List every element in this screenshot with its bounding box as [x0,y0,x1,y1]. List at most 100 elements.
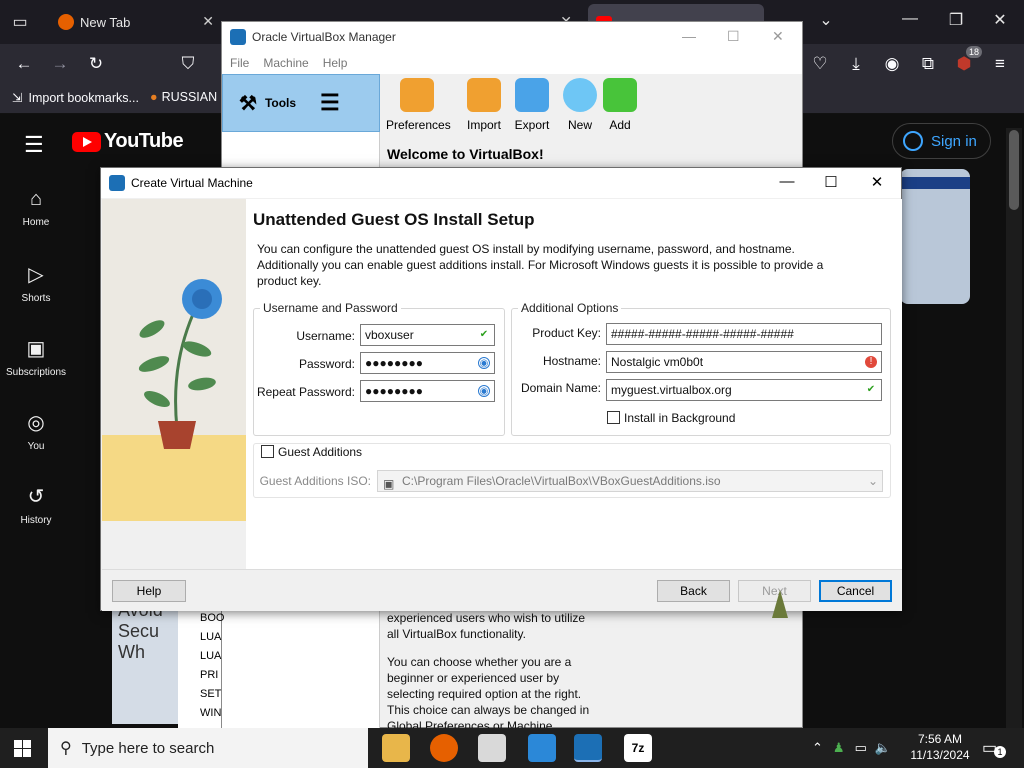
nav-subscriptions[interactable]: ▣ Subscriptions [0,336,72,378]
close-icon[interactable]: ✕ [867,173,887,191]
minimize-icon[interactable]: — [898,10,922,28]
cancel-button[interactable]: Cancel [819,580,892,602]
windows-start-icon[interactable] [14,740,31,757]
forward-icon[interactable]: → [48,52,72,76]
7zip-icon[interactable]: 7z [624,734,652,762]
menu-file[interactable]: File [230,56,249,70]
firefox-icon[interactable] [430,734,458,762]
product-key-field[interactable]: #####-#####-#####-#####-##### [606,323,882,345]
youtube-logo[interactable]: YouTube [72,130,184,153]
sign-in-button[interactable]: Sign in [892,123,991,159]
minimize-icon[interactable]: — [777,173,797,190]
volume-icon[interactable]: 🔈 [875,740,891,756]
username-label: Username: [296,329,355,343]
scrollbar-thumb[interactable] [1009,130,1019,210]
close-tab-icon[interactable]: ✕ [202,13,214,30]
menu-icon[interactable]: ≡ [988,52,1012,76]
stack-icon[interactable] [478,734,506,762]
file-explorer-icon[interactable] [382,734,410,762]
video-thumbnail-card[interactable]: Avoid Secu Wh [112,594,182,724]
toolbar-label: New [567,118,592,132]
bookmark-russian[interactable]: ● RUSSIAN [150,90,217,104]
welcome-text-1: experienced users who wish to utilize al… [387,611,586,641]
minimize-icon[interactable]: — [682,28,696,44]
page-scrollbar[interactable] [1006,128,1022,728]
network-icon[interactable]: ▭ [855,740,867,756]
shield-icon[interactable]: ⛉ [176,52,200,76]
guest-additions-checkbox[interactable] [261,445,274,458]
chevron-up-icon[interactable]: ⌃ [812,740,823,756]
nav-history[interactable]: ↺ History [0,484,72,526]
virtualbox-taskbar-icon[interactable] [574,734,602,762]
domain-name-field[interactable]: myguest.virtualbox.org ✔ [606,379,882,401]
youtube-logo-text: YouTube [104,130,184,152]
store-icon[interactable] [528,734,556,762]
tools-icon: ⚒ [239,92,257,115]
list-item[interactable]: PRI [200,666,221,685]
nav-shorts[interactable]: ▷ Shorts [0,262,72,304]
password-field[interactable]: ●●●●●●●● ◉ [360,352,495,374]
close-icon[interactable]: ✕ [772,28,784,45]
install-background-checkbox[interactable] [607,411,620,424]
account-icon[interactable]: ◉ [880,52,904,76]
network-user-icon[interactable]: ♟ [833,740,845,756]
back-icon[interactable]: ← [12,52,36,76]
taskbar-search-input[interactable]: ⚲ Type here to search [48,728,368,768]
add-button[interactable]: Add [602,78,638,132]
nav-you[interactable]: ◎ You [0,410,72,452]
guide-menu-icon[interactable]: ☰ [24,132,44,158]
nav-home[interactable]: ⌂ Home [0,188,72,228]
notification-icon[interactable]: ▭ 1 [982,738,1006,758]
show-password-icon[interactable]: ◉ [478,357,490,369]
list-item[interactable]: LUA [200,647,221,666]
import-button[interactable]: Import [462,78,506,132]
page-description: You can configure the unattended guest O… [257,242,824,288]
new-button[interactable]: New [562,78,598,132]
bookmark-import[interactable]: ⇲ Import bookmarks... [12,90,139,106]
list-item[interactable]: BOO [200,609,224,628]
close-icon[interactable]: ✕ [988,10,1012,30]
repeat-password-field[interactable]: ●●●●●●●● ◉ [360,380,495,402]
toolbar-label: Import [466,118,501,132]
toolbar-label: Export [514,118,550,132]
list-all-tabs-icon[interactable]: ⌄ [814,10,838,30]
maximize-icon[interactable]: ❐ [944,10,968,30]
back-button[interactable]: Back [657,580,730,602]
downloads-icon[interactable]: ⤓ [844,52,868,76]
add-icon [603,78,637,112]
you-icon: ◎ [27,412,45,434]
browser-tab-new-tab[interactable]: New Tab ✕ [50,0,220,44]
help-button[interactable]: Help [112,580,186,602]
menu-help[interactable]: Help [323,56,348,70]
show-password-icon[interactable]: ◉ [478,385,490,397]
tab-overview-icon[interactable]: ▭ [8,12,32,32]
file-list: BOO LUA LUA PRI SET WIN [178,609,224,728]
nav-label: History [20,515,52,526]
tab-title: New Tab [80,14,131,30]
flower-illustration [138,279,222,449]
username-field[interactable]: vboxuser ✔ [360,324,495,346]
list-item[interactable]: LUA [200,628,221,647]
clock[interactable]: 7:56 AM 11/13/2024 [908,731,972,763]
menu-machine[interactable]: Machine [263,56,308,70]
ublock-icon[interactable]: ⬢ 18 [952,46,982,76]
list-item[interactable]: WIN [200,704,221,723]
extensions-icon[interactable]: ⧉ [916,52,940,76]
maximize-icon[interactable]: ☐ [727,28,740,45]
hostname-field[interactable]: Nostalgic vm0b0t ! [606,351,882,373]
error-icon: ! [865,356,877,368]
reload-icon[interactable]: ↻ [84,52,108,76]
video-thumbnail[interactable] [900,169,970,304]
pocket-icon[interactable]: ♡ [808,52,832,76]
maximize-icon[interactable]: ☐ [821,173,841,191]
list-item[interactable]: SET [200,685,221,704]
export-button[interactable]: Export [510,78,554,132]
guest-additions-label[interactable]: Guest Additions [278,445,362,459]
dialog-titlebar: Create Virtual Machine — ☐ ✕ [101,168,901,198]
list-icon[interactable]: ☰ [320,90,340,116]
preferences-button[interactable]: Preferences [386,78,451,132]
tools-item[interactable]: ⚒ Tools ☰ [222,74,380,132]
password-value: ●●●●●●●● [365,356,423,370]
install-background-label[interactable]: Install in Background [624,411,735,425]
extension-badge: 18 [965,46,982,58]
